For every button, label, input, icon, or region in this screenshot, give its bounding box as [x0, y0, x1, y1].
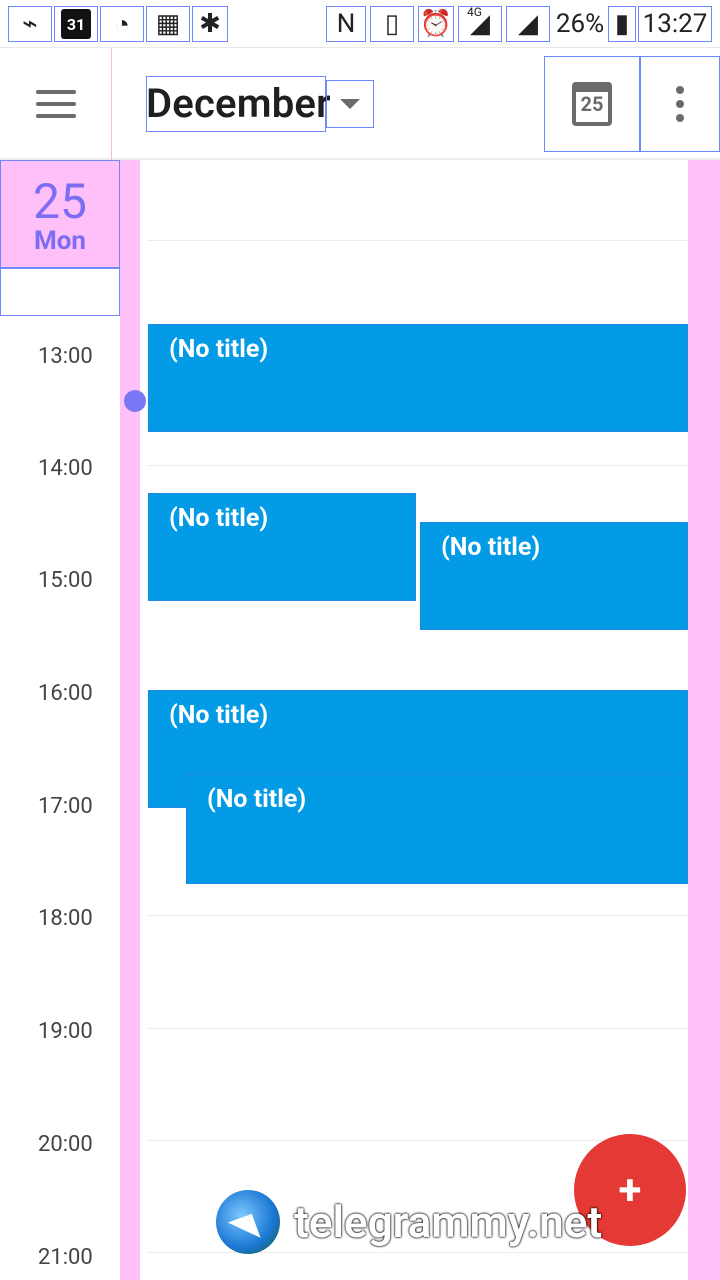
event-title: (No title): [441, 533, 541, 562]
event-title: (No title): [169, 504, 269, 533]
today-button[interactable]: 25: [544, 56, 640, 152]
event-title: (No title): [169, 701, 269, 730]
time-label: 16:00: [38, 681, 93, 706]
time-label: 17:00: [38, 794, 93, 819]
app-bar: December 25: [0, 48, 720, 160]
more-vert-dot: [676, 100, 684, 108]
signal-sim1-icon: 4G ◢: [458, 5, 502, 42]
event-block[interactable]: (No title): [186, 774, 688, 884]
battery-icon: ▮: [608, 6, 636, 42]
today-day-number: 25: [580, 92, 604, 116]
usb-icon: ⌁: [8, 6, 52, 42]
calendar-notification-icon: 31: [54, 6, 98, 42]
day-view[interactable]: 25 Mon 13:00 14:00 15:00 16:00 17:00 18:…: [0, 160, 720, 1280]
day-header[interactable]: 25 Mon: [0, 160, 120, 268]
time-label: 20:00: [38, 1132, 93, 1157]
month-title: December: [146, 80, 331, 127]
hour-gridline: [148, 465, 688, 466]
more-vert-dot: [676, 114, 684, 122]
menu-button[interactable]: [0, 48, 112, 160]
status-bar: ⌁ 31 ◔ ▦ ✱ N ▯ ⏰ 4G ◢ ◢ 26% ▮ 13:27: [0, 0, 720, 48]
nfc-icon: N: [326, 6, 366, 42]
clock: 13:27: [638, 6, 712, 42]
event-block[interactable]: (No title): [148, 493, 416, 601]
alarm-icon: ⏰: [418, 6, 454, 42]
chevron-down-icon: [340, 99, 360, 109]
event-title: (No title): [207, 785, 307, 814]
left-strip: [120, 160, 140, 1280]
hour-gridline: [148, 1028, 688, 1029]
network-type-label: 4G: [467, 5, 482, 19]
more-vert-icon: [676, 86, 684, 94]
all-day-area[interactable]: [0, 268, 120, 316]
hamburger-menu-icon: [36, 90, 76, 118]
right-strip: [688, 160, 720, 1280]
time-label: 13:00: [38, 344, 93, 369]
more-options-button[interactable]: [640, 56, 720, 152]
app-icon: ▦: [146, 6, 190, 42]
telegram-logo-icon: [216, 1190, 280, 1254]
time-label: 19:00: [38, 1019, 93, 1044]
calendar-today-icon: 25: [572, 82, 612, 126]
plus-icon: +: [618, 1165, 642, 1215]
time-label: 21:00: [38, 1245, 93, 1270]
bug-icon: ✱: [192, 6, 228, 42]
calendar-day-badge: 31: [61, 9, 91, 39]
current-time-indicator: [124, 390, 146, 412]
hour-gridline: [148, 240, 688, 241]
vibrate-icon: ▯: [370, 6, 414, 42]
battery-percent: 26%: [555, 9, 605, 39]
watermark-text: telegrammy.net: [294, 1196, 603, 1248]
time-label: 18:00: [38, 906, 93, 931]
time-label: 15:00: [38, 568, 93, 593]
weekday: Mon: [33, 226, 86, 256]
hour-gridline: [148, 915, 688, 916]
watermark: telegrammy.net: [216, 1190, 602, 1254]
paper-plane-icon: [227, 1206, 269, 1238]
event-block[interactable]: (No title): [420, 522, 688, 630]
event-block[interactable]: (No title): [148, 324, 688, 432]
time-label: 14:00: [38, 456, 93, 481]
firefox-icon: ◔: [100, 6, 144, 42]
event-title: (No title): [169, 335, 269, 364]
month-dropdown-button[interactable]: [326, 80, 374, 128]
day-number: 25: [33, 173, 87, 230]
signal-sim2-icon: ◢: [506, 6, 550, 42]
